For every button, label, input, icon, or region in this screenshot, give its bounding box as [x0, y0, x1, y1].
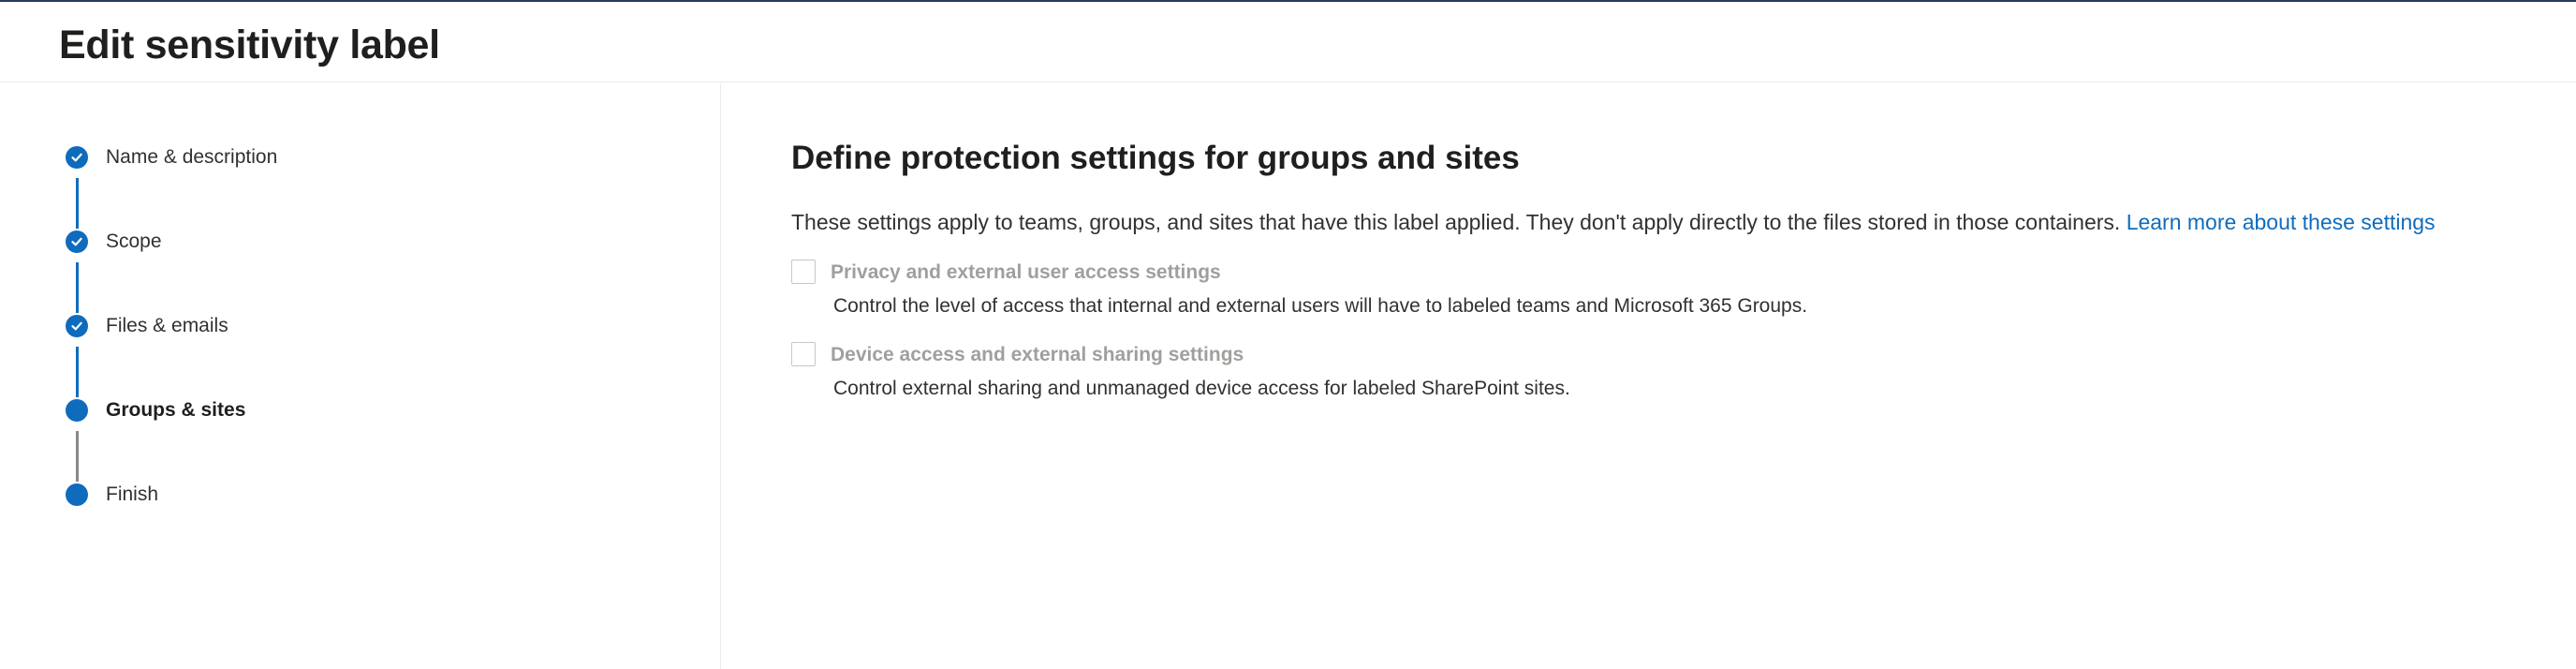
wizard-steps-nav: Name & description Scope Files & emails …: [0, 83, 721, 669]
checkmark-icon: [66, 230, 88, 253]
learn-more-link[interactable]: Learn more about these settings: [2127, 210, 2436, 234]
checkmark-icon: [66, 315, 88, 337]
step-label: Finish: [106, 483, 159, 505]
current-step-dot-icon: [66, 399, 88, 422]
intro-text: These settings apply to teams, groups, a…: [791, 207, 2436, 237]
step-label: Files & emails: [106, 315, 228, 336]
step-name-description[interactable]: Name & description: [66, 146, 277, 169]
option-description: Control the level of access that interna…: [833, 295, 1808, 317]
step-connector: [76, 431, 79, 482]
page-header: Edit sensitivity label: [0, 2, 2576, 82]
intro-description: These settings apply to teams, groups, a…: [791, 210, 2121, 234]
step-finish[interactable]: Finish: [66, 483, 158, 506]
option-label: Privacy and external user access setting…: [831, 261, 1221, 283]
step-label: Groups & sites: [106, 399, 246, 421]
option-label: Device access and external sharing setti…: [831, 344, 1244, 365]
step-groups-sites[interactable]: Groups & sites: [66, 399, 245, 422]
step-label: Name & description: [106, 146, 278, 168]
pending-step-dot-icon: [66, 483, 88, 506]
step-files-emails[interactable]: Files & emails: [66, 315, 228, 337]
page-title: Edit sensitivity label: [59, 22, 440, 67]
step-connector: [76, 262, 79, 313]
step-label: Scope: [106, 230, 162, 252]
step-scope[interactable]: Scope: [66, 230, 162, 253]
checkmark-icon: [66, 146, 88, 169]
device-sharing-checkbox[interactable]: [791, 342, 816, 366]
privacy-access-checkbox[interactable]: [791, 260, 816, 284]
option-description: Control external sharing and unmanaged d…: [833, 378, 1570, 399]
step-connector: [76, 347, 79, 397]
section-title: Define protection settings for groups an…: [791, 140, 1520, 176]
step-connector: [76, 178, 79, 229]
